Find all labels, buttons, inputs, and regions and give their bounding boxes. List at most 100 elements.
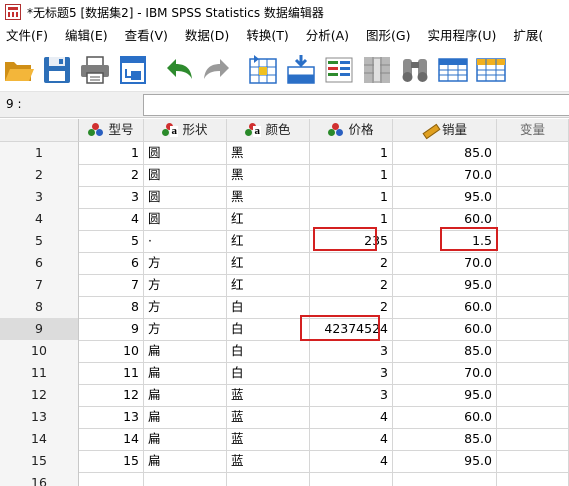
cell-color[interactable]: 蓝	[227, 450, 310, 473]
cell-color[interactable]: 黑	[227, 164, 310, 187]
cell-model[interactable]: 7	[79, 274, 144, 297]
cell-empty-variable[interactable]	[497, 296, 569, 319]
column-header-xinghao[interactable]: 型号	[79, 119, 144, 142]
cell-sales[interactable]	[393, 472, 497, 486]
cell-sales[interactable]: 85.0	[393, 142, 497, 165]
cell-shape[interactable]	[144, 472, 227, 486]
cell-color[interactable]: 白	[227, 318, 310, 341]
cell-model[interactable]: 12	[79, 384, 144, 407]
cell-model[interactable]: 2	[79, 164, 144, 187]
row-number[interactable]: 8	[0, 296, 79, 319]
cell-model[interactable]: 10	[79, 340, 144, 363]
insert-variable-button[interactable]	[472, 51, 510, 89]
column-header-jiage[interactable]: 价格	[310, 119, 393, 142]
cell-empty-variable[interactable]	[497, 450, 569, 473]
row-number[interactable]: 10	[0, 340, 79, 363]
cell-empty-variable[interactable]	[497, 340, 569, 363]
cell-empty-variable[interactable]	[497, 186, 569, 209]
cell-empty-variable[interactable]	[497, 252, 569, 275]
cell-model[interactable]: 14	[79, 428, 144, 451]
cell-sales[interactable]: 60.0	[393, 208, 497, 231]
cell-model[interactable]: 8	[79, 296, 144, 319]
cell-shape[interactable]: 圆	[144, 208, 227, 231]
cell-price[interactable]: 235	[310, 230, 393, 253]
cell-color[interactable]: 红	[227, 230, 310, 253]
cell-sales[interactable]: 70.0	[393, 164, 497, 187]
cell-shape[interactable]: 扁	[144, 406, 227, 429]
menu-graphs[interactable]: 图形(G)	[357, 24, 418, 48]
cell-model[interactable]: 4	[79, 208, 144, 231]
cell-sales[interactable]: 95.0	[393, 274, 497, 297]
dialog-recall-button[interactable]	[114, 51, 152, 89]
cell-color[interactable]: 白	[227, 296, 310, 319]
cell-sales[interactable]: 95.0	[393, 384, 497, 407]
cell-shape[interactable]: 扁	[144, 384, 227, 407]
cell-price[interactable]: 1	[310, 164, 393, 187]
cell-price[interactable]: 4	[310, 428, 393, 451]
goto-case-button[interactable]	[244, 51, 282, 89]
cell-color[interactable]: 白	[227, 362, 310, 385]
cell-color[interactable]: 蓝	[227, 406, 310, 429]
redo-button[interactable]	[198, 51, 236, 89]
cell-price[interactable]: 3	[310, 384, 393, 407]
cell-sales[interactable]: 95.0	[393, 186, 497, 209]
menu-view[interactable]: 查看(V)	[116, 24, 176, 48]
cell-shape[interactable]: 方	[144, 252, 227, 275]
row-number[interactable]: 11	[0, 362, 79, 385]
row-number[interactable]: 6	[0, 252, 79, 275]
cell-price[interactable]	[310, 472, 393, 486]
row-number[interactable]: 5	[0, 230, 79, 253]
cell-price[interactable]: 1	[310, 208, 393, 231]
menu-extensions[interactable]: 扩展(	[504, 24, 551, 48]
cell-sales[interactable]: 85.0	[393, 340, 497, 363]
cell-price[interactable]: 4	[310, 406, 393, 429]
cell-empty-variable[interactable]	[497, 208, 569, 231]
cell-shape[interactable]: 方	[144, 274, 227, 297]
run-descriptives-button[interactable]	[358, 51, 396, 89]
cell-sales[interactable]: 95.0	[393, 450, 497, 473]
cell-empty-variable[interactable]	[497, 362, 569, 385]
cell-shape[interactable]: 扁	[144, 362, 227, 385]
variables-button[interactable]	[320, 51, 358, 89]
menu-transform[interactable]: 转换(T)	[237, 24, 296, 48]
cell-shape[interactable]: 圆	[144, 186, 227, 209]
cell-empty-variable[interactable]	[497, 384, 569, 407]
cell-model[interactable]: 9	[79, 318, 144, 341]
cell-shape[interactable]: 扁	[144, 428, 227, 451]
cell-sales[interactable]: 60.0	[393, 296, 497, 319]
menu-utilities[interactable]: 实用程序(U)	[418, 24, 504, 48]
cell-color[interactable]: 白	[227, 340, 310, 363]
cell-model[interactable]: 3	[79, 186, 144, 209]
cell-shape[interactable]: 方	[144, 296, 227, 319]
cell-color[interactable]: 蓝	[227, 428, 310, 451]
cell-value-input[interactable]	[143, 94, 569, 116]
cell-empty-variable[interactable]	[497, 142, 569, 165]
cell-model[interactable]: 1	[79, 142, 144, 165]
cell-sales[interactable]: 60.0	[393, 406, 497, 429]
insert-cases-button[interactable]	[434, 51, 472, 89]
cell-model[interactable]: 5	[79, 230, 144, 253]
cell-color[interactable]: 红	[227, 208, 310, 231]
find-button[interactable]	[396, 51, 434, 89]
cell-color[interactable]: 黑	[227, 142, 310, 165]
cell-price[interactable]: 3	[310, 340, 393, 363]
cell-empty-variable[interactable]	[497, 274, 569, 297]
cell-price[interactable]: 4	[310, 450, 393, 473]
cell-shape[interactable]: 方	[144, 318, 227, 341]
row-number[interactable]: 2	[0, 164, 79, 187]
cell-model[interactable]: 15	[79, 450, 144, 473]
cell-model[interactable]: 6	[79, 252, 144, 275]
cell-model[interactable]: 11	[79, 362, 144, 385]
cell-price[interactable]: 42374524	[310, 318, 393, 341]
menu-data[interactable]: 数据(D)	[176, 24, 237, 48]
row-number[interactable]: 3	[0, 186, 79, 209]
row-number[interactable]: 9	[0, 318, 79, 341]
row-number[interactable]: 13	[0, 406, 79, 429]
cell-model[interactable]: 13	[79, 406, 144, 429]
cell-empty-variable[interactable]	[497, 230, 569, 253]
cell-price[interactable]: 2	[310, 252, 393, 275]
cell-sales[interactable]: 85.0	[393, 428, 497, 451]
cell-empty-variable[interactable]	[497, 318, 569, 341]
cell-color[interactable]: 蓝	[227, 384, 310, 407]
cell-sales[interactable]: 70.0	[393, 252, 497, 275]
